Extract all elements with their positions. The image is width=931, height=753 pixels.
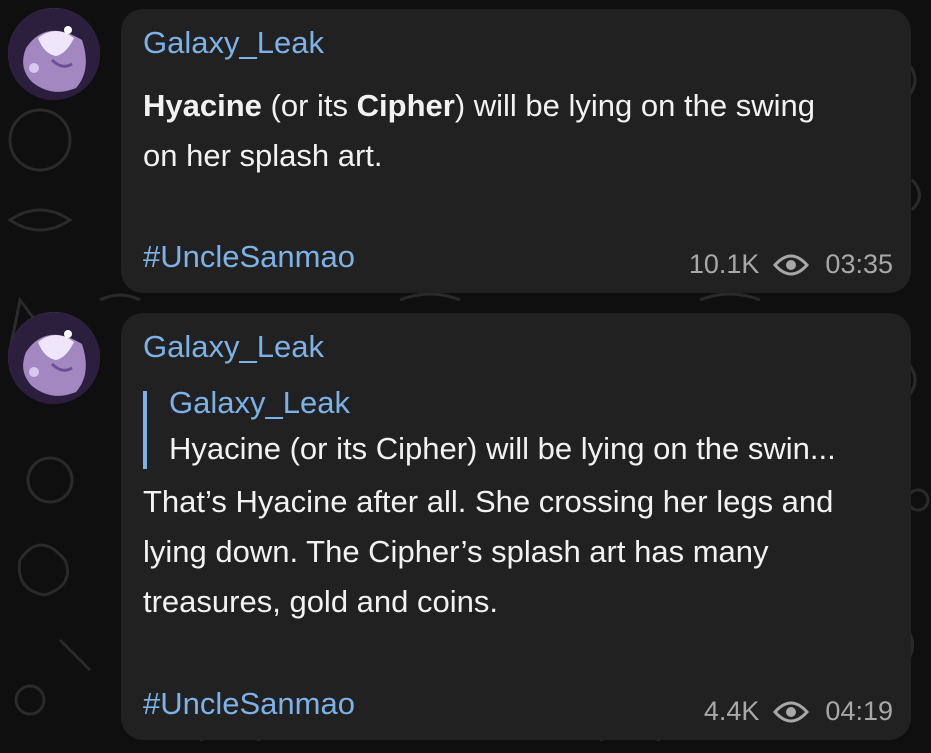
hashtag-link[interactable]: #UncleSanmao (143, 686, 355, 722)
message-text-bold: Cipher (356, 88, 455, 123)
message-meta: 4.4K 04:19 (704, 696, 893, 727)
avatar-image (8, 8, 100, 100)
reply-text: Hyacine (or its Cipher) will be lying on… (169, 431, 836, 466)
message-2: Galaxy_Leak Galaxy_Leak Hyacine (or its … (0, 300, 931, 750)
timestamp: 03:35 (825, 249, 893, 279)
message-text-line: treasures, gold and coins. (143, 584, 498, 619)
reply-sender-name: Galaxy_Leak (169, 385, 350, 420)
view-count: 4.4K (703, 696, 760, 726)
eye-icon (773, 254, 810, 275)
message-1: Galaxy_Leak Hyacine (or its Cipher) will… (0, 0, 931, 300)
view-count: 10.1K (688, 249, 760, 279)
timestamp: 04:19 (825, 696, 893, 726)
message-bubble[interactable]: Galaxy_Leak Hyacine (or its Cipher) will… (121, 9, 911, 293)
message-text-line: That’s Hyacine after all. She crossing h… (143, 484, 834, 519)
sender-name[interactable]: Galaxy_Leak (143, 25, 324, 61)
message-text-line: lying down. The Cipher’s splash art has … (143, 534, 769, 569)
message-text-span: (or its (261, 88, 357, 123)
eye-icon (773, 701, 810, 722)
message-text-line: on her splash art. (143, 138, 383, 173)
message-text-span: ) will be lying on the swing (454, 88, 815, 123)
hashtag-link[interactable]: #UncleSanmao (143, 239, 355, 275)
message-meta: 10.1K 03:35 (689, 249, 893, 280)
message-text: Hyacine (or its Cipher) will be lying on… (143, 81, 893, 181)
avatar[interactable] (8, 312, 100, 404)
message-text: That’s Hyacine after all. She crossing h… (143, 477, 893, 627)
avatar-image (8, 312, 100, 404)
message-bubble[interactable]: Galaxy_Leak Galaxy_Leak Hyacine (or its … (121, 313, 911, 740)
message-text-bold: Hyacine (143, 88, 262, 123)
avatar[interactable] (8, 8, 100, 100)
reply-quote[interactable]: Galaxy_Leak Hyacine (or its Cipher) will… (143, 385, 929, 469)
sender-name[interactable]: Galaxy_Leak (143, 329, 324, 365)
